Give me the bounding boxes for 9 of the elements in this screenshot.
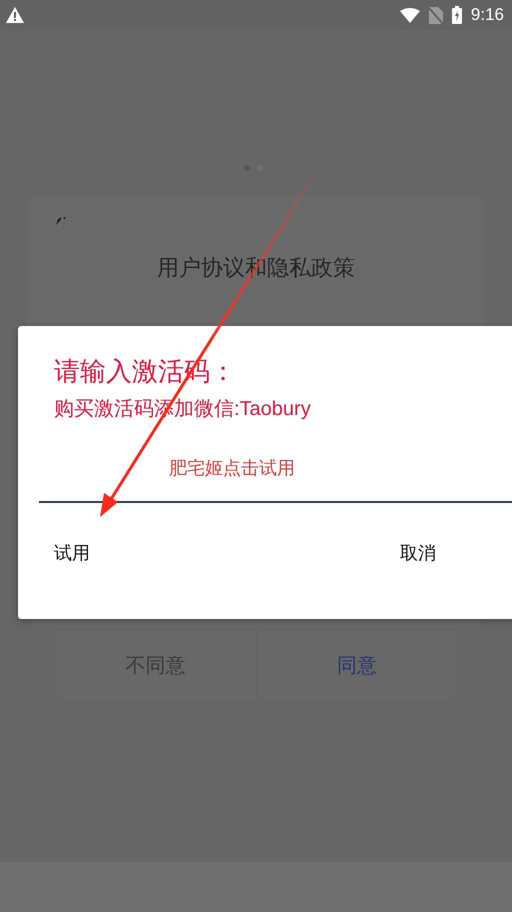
battery-icon (452, 6, 462, 24)
cancel-button[interactable]: 取消 (392, 537, 444, 569)
wifi-icon (400, 8, 420, 22)
trial-button[interactable]: 试用 (46, 537, 98, 569)
code-input[interactable]: 肥宅姬点击试用 (39, 458, 512, 503)
logo-icon (56, 217, 66, 225)
no-sim-icon (428, 6, 443, 24)
warning-icon (6, 7, 24, 23)
clock-time: 9:16 (470, 5, 504, 25)
